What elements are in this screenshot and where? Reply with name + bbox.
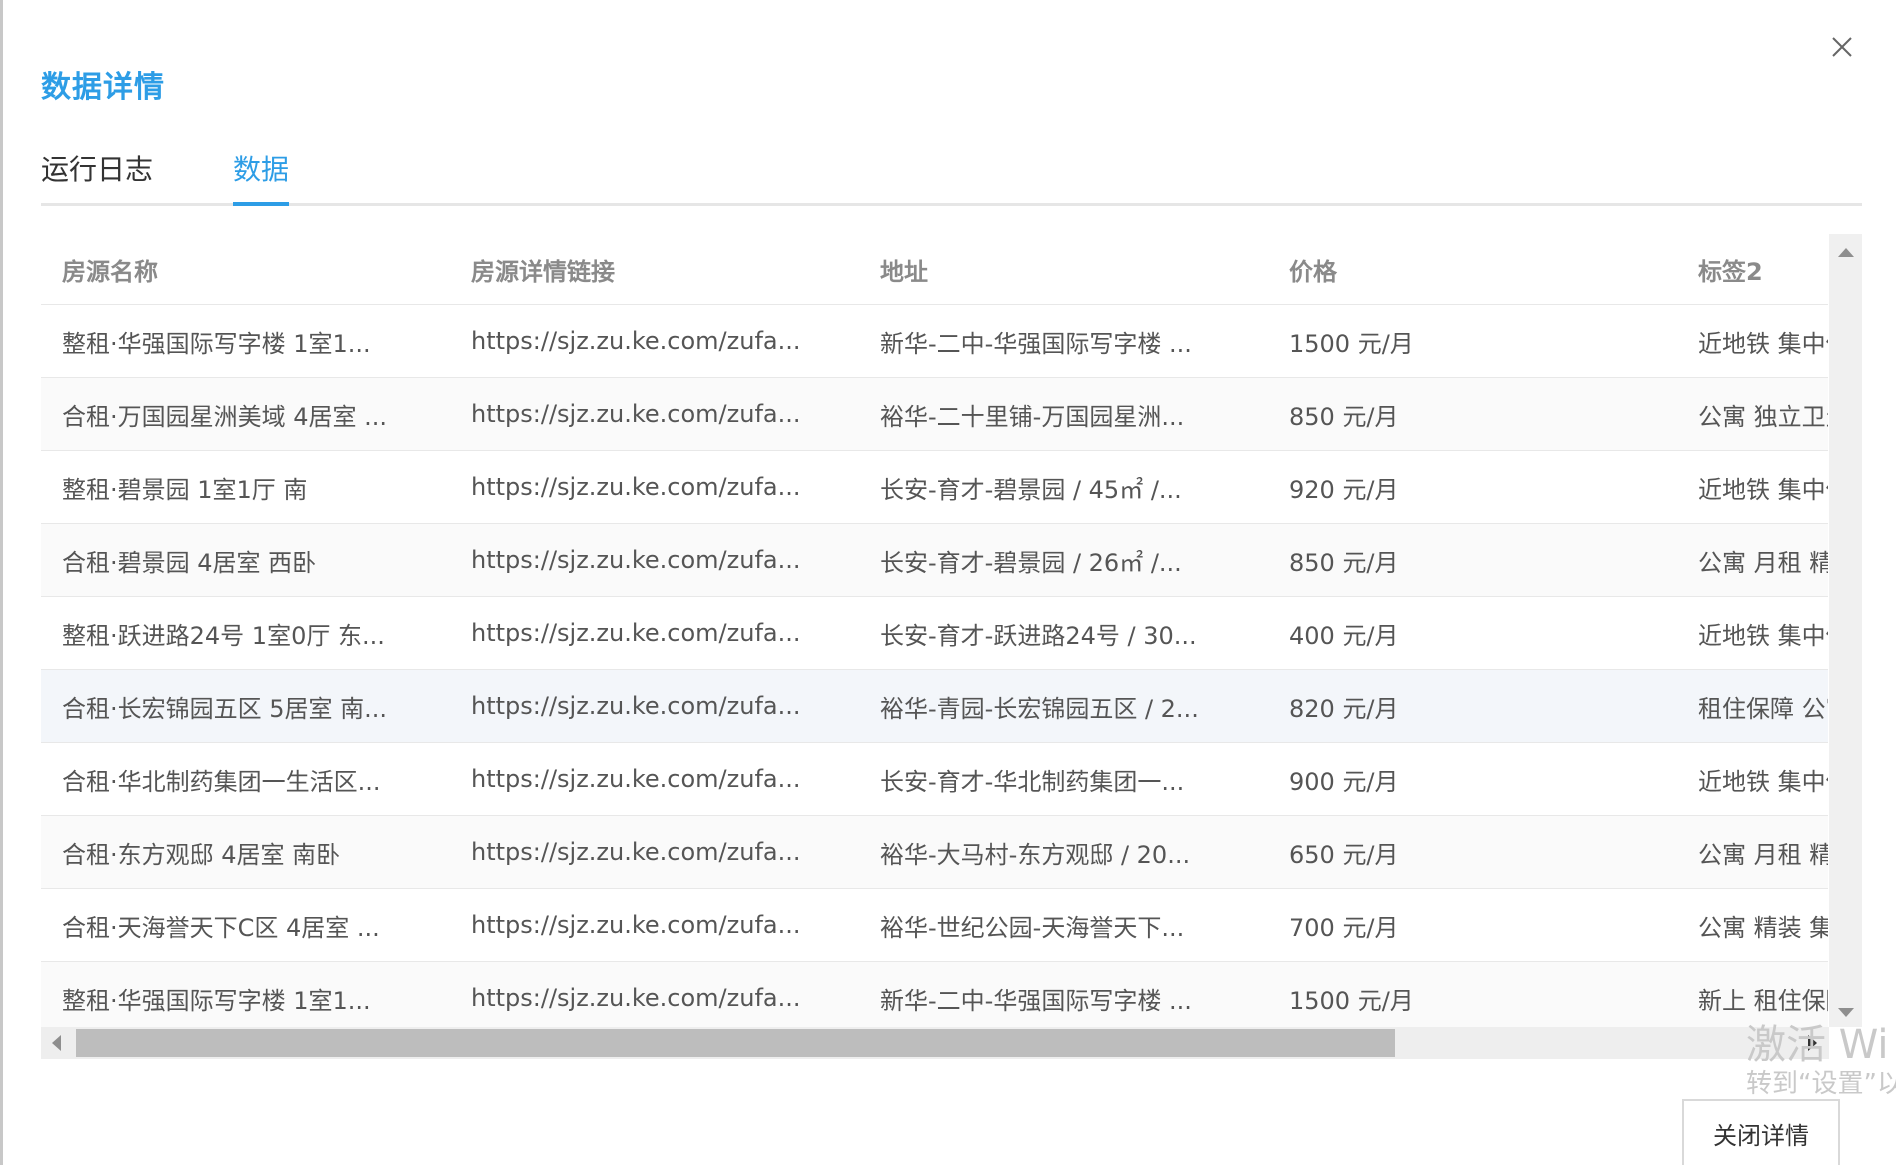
- cell-name: 合租·华北制药集团一生活区...: [41, 742, 450, 816]
- cell-address: 裕华-世纪公园-天海誉天下...: [859, 888, 1268, 962]
- dialog-title: 数据详情: [41, 70, 165, 105]
- cell-name: 整租·华强国际写字楼 1室1...: [41, 961, 450, 1027]
- cell-price: 400 元/月: [1268, 596, 1677, 670]
- cell-price: 820 元/月: [1268, 669, 1677, 743]
- cell-tag2: 租住保障 公寓 月: [1677, 669, 1828, 743]
- cell-price: 650 元/月: [1268, 815, 1677, 889]
- cell-address: 长安-育才-碧景园 / 45㎡ /...: [859, 450, 1268, 524]
- cell-name: 合租·碧景园 4居室 西卧: [41, 523, 450, 597]
- table-row[interactable]: 整租·跃进路24号 1室0厅 东... https://sjz.zu.ke.co…: [41, 596, 1828, 670]
- cell-name: 合租·东方观邸 4居室 南卧: [41, 815, 450, 889]
- scroll-left-arrow-icon[interactable]: [52, 1035, 61, 1051]
- table-row[interactable]: 整租·碧景园 1室1厅 南 https://sjz.zu.ke.com/zufa…: [41, 450, 1828, 524]
- cell-price: 850 元/月: [1268, 377, 1677, 451]
- cell-name: 整租·华强国际写字楼 1室1...: [41, 304, 450, 378]
- activation-watermark-subtitle: 转到“设置”以: [1746, 1069, 1896, 1099]
- cell-tag2: 近地铁 集中供暖: [1677, 304, 1828, 378]
- cell-link: https://sjz.zu.ke.com/zufa...: [450, 815, 859, 889]
- vertical-scrollbar[interactable]: [1829, 234, 1862, 1027]
- cell-price: 900 元/月: [1268, 742, 1677, 816]
- column-header-name[interactable]: 房源名称: [41, 234, 450, 305]
- cell-link: https://sjz.zu.ke.com/zufa...: [450, 304, 859, 378]
- cell-name: 合租·天海誉天下C区 4居室 ...: [41, 888, 450, 962]
- cell-link: https://sjz.zu.ke.com/zufa...: [450, 377, 859, 451]
- cell-tag2: 公寓 精装 集中供: [1677, 888, 1828, 962]
- horizontal-scrollbar[interactable]: [41, 1027, 1829, 1059]
- column-header-tag2[interactable]: 标签2: [1677, 234, 1828, 305]
- cell-price: 850 元/月: [1268, 523, 1677, 597]
- cell-price: 920 元/月: [1268, 450, 1677, 524]
- cell-link: https://sjz.zu.ke.com/zufa...: [450, 888, 859, 962]
- cell-tag2: 公寓 独立卫生间: [1677, 377, 1828, 451]
- cell-address: 新华-二中-华强国际写字楼 ...: [859, 961, 1268, 1027]
- close-button[interactable]: [1823, 28, 1861, 66]
- tab-run-log[interactable]: 运行日志: [41, 148, 153, 208]
- cell-name: 合租·万国园星洲美域 4居室 ...: [41, 377, 450, 451]
- cell-name: 整租·跃进路24号 1室0厅 东...: [41, 596, 450, 670]
- active-tab-indicator: [233, 202, 289, 206]
- cell-address: 新华-二中-华强国际写字楼 ...: [859, 304, 1268, 378]
- tab-data[interactable]: 数据: [233, 148, 289, 208]
- cell-address: 长安-育才-华北制药集团一...: [859, 742, 1268, 816]
- cell-link: https://sjz.zu.ke.com/zufa...: [450, 523, 859, 597]
- activation-watermark-title: 激活 Wi: [1746, 1022, 1889, 1068]
- tab-bar: 运行日志 数据: [41, 140, 1862, 206]
- table-row[interactable]: 合租·东方观邸 4居室 南卧 https://sjz.zu.ke.com/zuf…: [41, 815, 1828, 889]
- cell-tag2: 近地铁 集中供暖: [1677, 742, 1828, 816]
- close-icon: [1832, 37, 1852, 57]
- cell-tag2: 近地铁 集中供暖: [1677, 596, 1828, 670]
- column-header-link[interactable]: 房源详情链接: [450, 234, 859, 305]
- cell-tag2: 公寓 月租 精装: [1677, 523, 1828, 597]
- cell-name: 合租·长宏锦园五区 5居室 南...: [41, 669, 450, 743]
- data-table-container: 房源名称 房源详情链接 地址 价格 标签2 整租·华强国际写字楼 1室1... …: [41, 234, 1828, 1027]
- cell-tag2: 公寓 月租 精装: [1677, 815, 1828, 889]
- cell-address: 裕华-二十里铺-万国园星洲...: [859, 377, 1268, 451]
- table-row[interactable]: 整租·华强国际写字楼 1室1... https://sjz.zu.ke.com/…: [41, 961, 1828, 1027]
- scroll-up-arrow-icon[interactable]: [1838, 248, 1854, 257]
- table-row[interactable]: 合租·万国园星洲美域 4居室 ... https://sjz.zu.ke.com…: [41, 377, 1828, 451]
- window-edge: [0, 0, 3, 1165]
- horizontal-scroll-thumb[interactable]: [76, 1029, 1395, 1057]
- cell-link: https://sjz.zu.ke.com/zufa...: [450, 961, 859, 1027]
- tab-divider: [41, 203, 1862, 206]
- table-row[interactable]: 合租·华北制药集团一生活区... https://sjz.zu.ke.com/z…: [41, 742, 1828, 816]
- data-table: 房源名称 房源详情链接 地址 价格 标签2 整租·华强国际写字楼 1室1... …: [41, 234, 1828, 1027]
- cell-address: 长安-育才-碧景园 / 26㎡ /...: [859, 523, 1268, 597]
- cell-address: 长安-育才-跃进路24号 / 30...: [859, 596, 1268, 670]
- cell-price: 1500 元/月: [1268, 961, 1677, 1027]
- cell-name: 整租·碧景园 1室1厅 南: [41, 450, 450, 524]
- cell-link: https://sjz.zu.ke.com/zufa...: [450, 669, 859, 743]
- cell-price: 700 元/月: [1268, 888, 1677, 962]
- table-header-row: 房源名称 房源详情链接 地址 价格 标签2: [41, 234, 1828, 305]
- column-header-price[interactable]: 价格: [1268, 234, 1677, 305]
- cell-tag2: 近地铁 集中供暖: [1677, 450, 1828, 524]
- cell-address: 裕华-大马村-东方观邸 / 20...: [859, 815, 1268, 889]
- close-details-button[interactable]: 关闭详情: [1682, 1099, 1840, 1165]
- cell-address: 裕华-青园-长宏锦园五区 / 2...: [859, 669, 1268, 743]
- column-header-address[interactable]: 地址: [859, 234, 1268, 305]
- cell-price: 1500 元/月: [1268, 304, 1677, 378]
- cell-link: https://sjz.zu.ke.com/zufa...: [450, 450, 859, 524]
- table-row[interactable]: 合租·天海誉天下C区 4居室 ... https://sjz.zu.ke.com…: [41, 888, 1828, 962]
- table-row-hovered[interactable]: 合租·长宏锦园五区 5居室 南... https://sjz.zu.ke.com…: [41, 669, 1828, 743]
- table-row[interactable]: 整租·华强国际写字楼 1室1... https://sjz.zu.ke.com/…: [41, 304, 1828, 378]
- cell-link: https://sjz.zu.ke.com/zufa...: [450, 742, 859, 816]
- cell-link: https://sjz.zu.ke.com/zufa...: [450, 596, 859, 670]
- table-row[interactable]: 合租·碧景园 4居室 西卧 https://sjz.zu.ke.com/zufa…: [41, 523, 1828, 597]
